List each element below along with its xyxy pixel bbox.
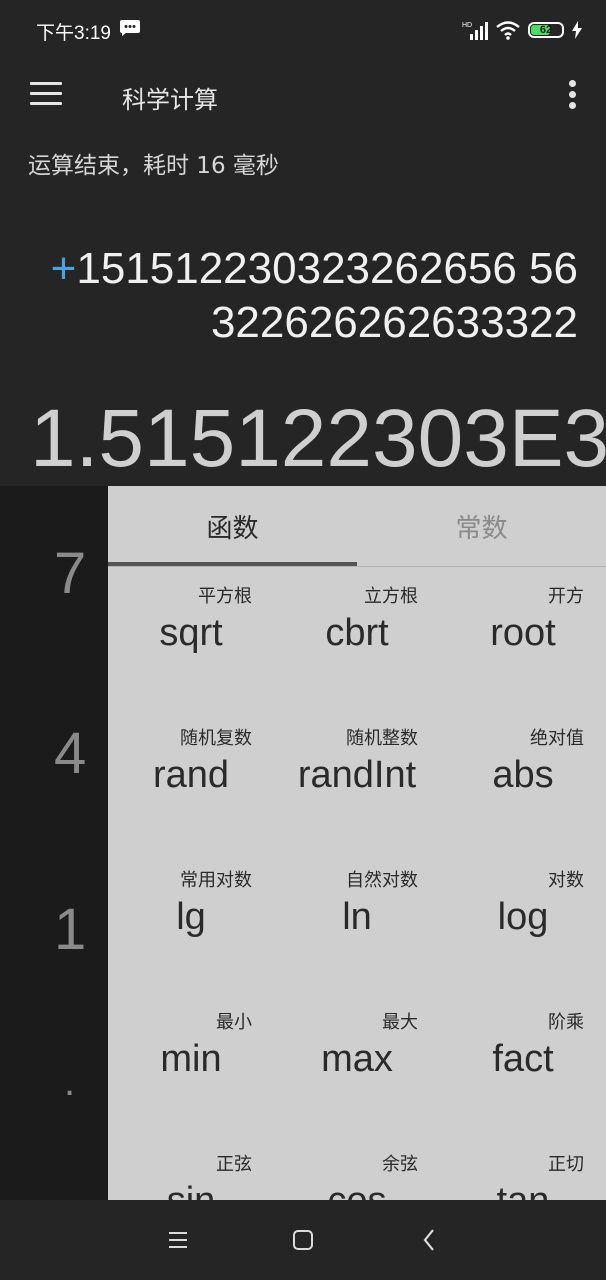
result-value: 1.515122303E34 (30, 393, 606, 484)
calculator-display: 运算结束，耗时 16 毫秒 +151512230323262656 56 322… (0, 130, 606, 486)
function-name: min (160, 1038, 222, 1080)
key-4[interactable]: 4 (54, 720, 86, 787)
function-label: 余弦 (382, 1154, 418, 1175)
status-time: 下午3:19 (36, 23, 111, 44)
tab-constants[interactable]: 常数 (357, 486, 606, 566)
home-icon[interactable] (287, 1224, 319, 1256)
app-bar: 科学计算 (0, 60, 606, 130)
back-icon[interactable] (414, 1224, 446, 1256)
function-label: 最小 (216, 1012, 252, 1033)
function-button-rand[interactable]: 随机复数 rand (108, 710, 274, 852)
function-name: tan (440, 1180, 606, 1200)
function-name: lg (176, 896, 206, 938)
function-button-sin[interactable]: 正弦 sin (108, 1136, 274, 1200)
expression-line-2: 322626262633322 (210, 298, 578, 347)
network-type-text: HD (462, 22, 472, 29)
charging-icon (572, 21, 582, 39)
function-name: cos (274, 1180, 440, 1200)
function-label: 立方根 (364, 586, 418, 607)
function-name: ln (342, 896, 372, 938)
more-options-icon[interactable] (566, 80, 578, 110)
function-label: 绝对值 (530, 728, 584, 749)
panel-tabs: 函数 常数 (108, 486, 606, 567)
navigation-bar (0, 1200, 606, 1280)
function-label: 自然对数 (346, 870, 418, 891)
menu-icon[interactable] (30, 82, 62, 106)
function-label: 平方根 (198, 586, 252, 607)
function-button-lg[interactable]: 常用对数 lg (108, 852, 274, 994)
function-label: 常用对数 (180, 870, 252, 891)
function-label: 对数 (548, 870, 584, 891)
function-button-ln[interactable]: 自然对数 ln (274, 852, 440, 994)
function-button-randInt[interactable]: 随机整数 randInt (274, 710, 440, 852)
function-label: 随机复数 (180, 728, 252, 749)
function-button-tan[interactable]: 正切 tan (440, 1136, 606, 1200)
function-button-min[interactable]: 最小 min (108, 994, 274, 1136)
function-panel: 函数 常数 平方根 sqrt 立方根 cbrt 开方 root 随机复数 rand 随机整数 ra… (108, 486, 606, 1200)
battery-percent: 62 (539, 24, 553, 36)
tab-functions[interactable]: 函数 (108, 486, 357, 566)
expression-line-1: 151512230323262656 56 (76, 244, 578, 293)
battery-icon: 62 (528, 22, 564, 38)
function-name: rand (152, 754, 230, 796)
function-button-root[interactable]: 开方 root (440, 568, 606, 710)
message-icon (120, 20, 140, 36)
menu-icon[interactable] (162, 1224, 194, 1256)
status-bar: 下午3:19 HD 62 (0, 0, 606, 60)
function-label: 正切 (548, 1154, 584, 1175)
key-7[interactable]: 7 (54, 540, 86, 607)
app-title: 科学计算 (122, 86, 218, 114)
function-button-log[interactable]: 对数 log (440, 852, 606, 994)
function-name: max (321, 1038, 393, 1080)
keypad: 7 4 1 . (0, 486, 108, 1200)
expression-sign: + (50, 244, 77, 293)
function-button-sqrt[interactable]: 平方根 sqrt (108, 568, 274, 710)
expression-input[interactable]: +151512230323262656 56 322626262633322 (18, 242, 578, 350)
function-label: 阶乘 (548, 1012, 584, 1033)
function-button-cos[interactable]: 余弦 cos (274, 1136, 440, 1200)
function-button-cbrt[interactable]: 立方根 cbrt (274, 568, 440, 710)
function-label: 随机整数 (346, 728, 418, 749)
calculation-status: 运算结束，耗时 16 毫秒 (28, 153, 279, 179)
wifi-icon (496, 21, 520, 40)
function-name: sqrt (159, 612, 223, 654)
tab-indicator (108, 562, 357, 566)
function-label: 正弦 (216, 1154, 252, 1175)
function-button-fact[interactable]: 阶乘 fact (440, 994, 606, 1136)
function-label: 开方 (548, 586, 584, 607)
function-name: fact (492, 1038, 554, 1080)
function-name: abs (492, 754, 554, 796)
key-decimal[interactable]: . (64, 1060, 75, 1105)
function-label: 最大 (382, 1012, 418, 1033)
function-name: log (497, 896, 549, 938)
signal-icon: HD (462, 22, 488, 40)
function-name: root (490, 612, 556, 654)
function-name: sin (108, 1180, 274, 1200)
function-button-abs[interactable]: 绝对值 abs (440, 710, 606, 852)
key-1[interactable]: 1 (54, 896, 86, 963)
function-button-max[interactable]: 最大 max (274, 994, 440, 1136)
function-name: randInt (297, 754, 417, 796)
function-name: cbrt (325, 612, 389, 654)
